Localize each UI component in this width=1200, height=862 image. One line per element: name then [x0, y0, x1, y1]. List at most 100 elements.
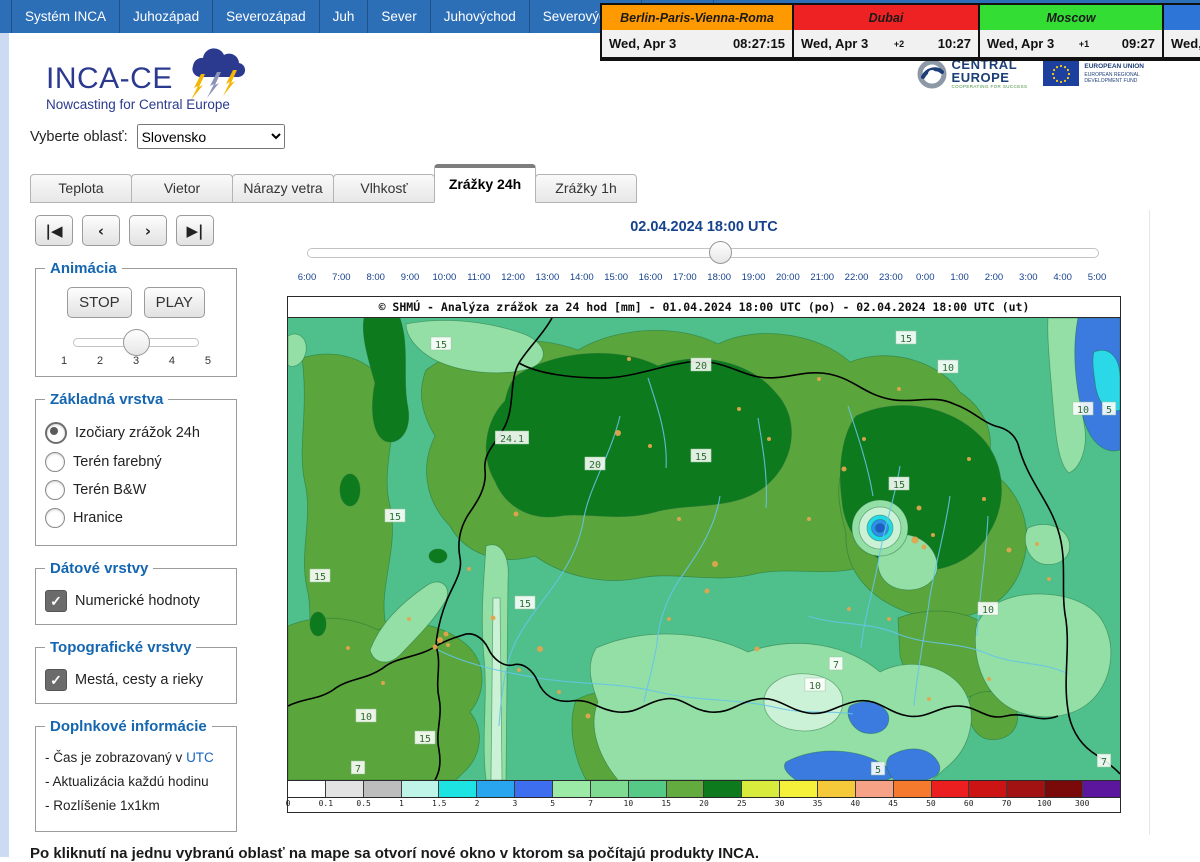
- value-label: 10: [1077, 405, 1089, 416]
- legend-swatch: [969, 781, 1007, 797]
- checkbox-numerick-hodnoty[interactable]: ✓Numerické hodnoty: [45, 590, 227, 612]
- nav-item-syst-m-inca[interactable]: Systém INCA: [11, 0, 120, 33]
- time-slider-thumb[interactable]: [709, 241, 732, 264]
- clock-zone: Berlin-Paris-Vienna-RomaWed, Apr 308:27:…: [602, 5, 792, 59]
- radio-ter-n-farebn[interactable]: Terén farebný: [45, 452, 227, 472]
- value-label: 7: [833, 660, 839, 671]
- nav-item-juhoz-pad[interactable]: Juhozápad: [120, 0, 213, 33]
- tab-vlhkos[interactable]: Vlhkosť: [333, 174, 435, 203]
- playback-prev-button[interactable]: ‹: [82, 215, 120, 246]
- footer-note: Po kliknutí na jednu vybranú oblasť na m…: [30, 845, 1150, 862]
- legend-swatch: [667, 781, 705, 797]
- precip-color-legend: [288, 780, 1120, 797]
- nav-item-juh[interactable]: Juh: [320, 0, 369, 33]
- tick-label: 11:00: [467, 272, 490, 283]
- tab-n-razy-vetra[interactable]: Nárazy vetra: [232, 174, 334, 203]
- value-label: 15: [314, 572, 326, 583]
- base-layer-legend: Základná vrstva: [45, 391, 168, 408]
- tab-zr-ky-1h[interactable]: Zrážky 1h: [535, 174, 637, 203]
- legend-value: 30: [775, 799, 785, 808]
- nav-item-sever[interactable]: Sever: [368, 0, 430, 33]
- checkbox-label: Numerické hodnoty: [75, 593, 200, 609]
- legend-swatch: [856, 781, 894, 797]
- time-ticks: 6:007:008:009:0010:0011:0012:0013:0014:0…: [287, 272, 1121, 286]
- legend-value: 40: [850, 799, 860, 808]
- value-label: 15: [435, 340, 447, 351]
- animation-speed-thumb[interactable]: [123, 329, 150, 356]
- clock-time-value: 08:27:15: [733, 36, 785, 51]
- tick-label: 1:00: [950, 272, 969, 283]
- legend-value: 0: [286, 799, 291, 808]
- tab-vietor[interactable]: Vietor: [131, 174, 233, 203]
- map-canvas[interactable]: 15201524.120151510515151510101577105710: [288, 318, 1120, 780]
- eu-flag-icon: [1043, 61, 1079, 86]
- radio-label: Terén B&W: [73, 482, 146, 498]
- inca-logo: INCA-CE Nowcasting for Central Europe: [46, 48, 257, 112]
- radio-ter-n-b-w[interactable]: Terén B&W: [45, 480, 227, 500]
- tick-label: 21:00: [810, 272, 834, 283]
- playback-next-button[interactable]: ›: [129, 215, 167, 246]
- speed-label: 3: [133, 355, 139, 367]
- radio-indicator: [45, 422, 67, 444]
- legend-value: 1.5: [432, 799, 446, 808]
- clock-offset: +1: [1079, 39, 1089, 49]
- radio-label: Izočiary zrážok 24h: [75, 425, 200, 441]
- legend-swatch: [288, 781, 326, 797]
- data-layers-legend: Dátové vrstvy: [45, 560, 153, 577]
- ce-text-2: EUROPE: [952, 71, 1028, 84]
- clock-zone: Wed,: [1162, 5, 1200, 59]
- radio-izo-iary-zr-ok-24h[interactable]: Izočiary zrážok 24h: [45, 422, 227, 444]
- play-button[interactable]: PLAY: [144, 287, 205, 318]
- playback-last-button[interactable]: ▶|: [176, 215, 214, 246]
- precipitation-map[interactable]: © SHMÚ - Analýza zrážok za 24 hod [mm] -…: [287, 296, 1121, 813]
- radio-hranice[interactable]: Hranice: [45, 508, 227, 528]
- value-label: 7: [1101, 757, 1107, 768]
- speed-scale: 12345: [61, 355, 211, 367]
- legend-swatch: [553, 781, 591, 797]
- nav-item-juhov-chod[interactable]: Juhovýchod: [431, 0, 530, 33]
- utc-link[interactable]: UTC: [186, 750, 214, 765]
- tick-label: 5:00: [1088, 272, 1107, 283]
- tick-label: 15:00: [604, 272, 628, 283]
- tab-zr-ky-24h[interactable]: Zrážky 24h: [434, 164, 536, 203]
- value-label: 15: [519, 599, 531, 610]
- stop-button[interactable]: STOP: [67, 287, 132, 318]
- animation-speed-slider[interactable]: [73, 338, 199, 347]
- clock-date: Wed, Apr 3: [987, 36, 1054, 51]
- speed-label: 5: [205, 355, 211, 367]
- tab-teplota[interactable]: Teplota: [30, 174, 132, 203]
- value-label: 10: [809, 681, 821, 692]
- region-selector: Vyberte oblasť: Slovensko: [30, 124, 285, 149]
- legend-value: 100: [1037, 799, 1051, 808]
- info-item: - Aktualizácia každú hodinu: [45, 774, 227, 789]
- legend-value: 35: [813, 799, 823, 808]
- tick-label: 6:00: [298, 272, 317, 283]
- tick-label: 16:00: [639, 272, 663, 283]
- playback-first-button[interactable]: |◀: [35, 215, 73, 246]
- page-left-strip: [0, 33, 9, 857]
- eu-text-3: DEVELOPMENT FUND: [1084, 78, 1144, 84]
- time-slider[interactable]: [307, 248, 1099, 258]
- radio-label: Hranice: [73, 510, 123, 526]
- region-select[interactable]: Slovensko: [137, 124, 285, 149]
- value-label: 15: [389, 512, 401, 523]
- legend-value: 50: [926, 799, 936, 808]
- legend-value: 7: [588, 799, 593, 808]
- partner-logos: CENTRAL EUROPE COOPERATING FOR SUCCESS E…: [917, 58, 1144, 90]
- precip-minimum-spot: [852, 500, 908, 556]
- clock-time-value: 10:27: [938, 36, 971, 51]
- value-label: 10: [942, 363, 954, 374]
- checkbox-indicator: ✓: [45, 669, 67, 691]
- tick-label: 12:00: [501, 272, 525, 283]
- nav-item-severoz-pad[interactable]: Severozápad: [213, 0, 320, 33]
- tick-label: 17:00: [673, 272, 697, 283]
- ce-tagline: COOPERATING FOR SUCCESS: [952, 85, 1028, 90]
- legend-swatch: [894, 781, 932, 797]
- value-label: 10: [360, 712, 372, 723]
- tick-label: 2:00: [985, 272, 1004, 283]
- checkbox-mest-cesty-a-rieky[interactable]: ✓Mestá, cesty a rieky: [45, 669, 227, 691]
- clock-zone-time: Wed, Apr 308:27:15: [602, 30, 792, 57]
- current-time-label: 02.04.2024 18:00 UTC: [287, 219, 1121, 235]
- tick-label: 0:00: [916, 272, 935, 283]
- topo-layers-legend: Topografické vrstvy: [45, 639, 196, 656]
